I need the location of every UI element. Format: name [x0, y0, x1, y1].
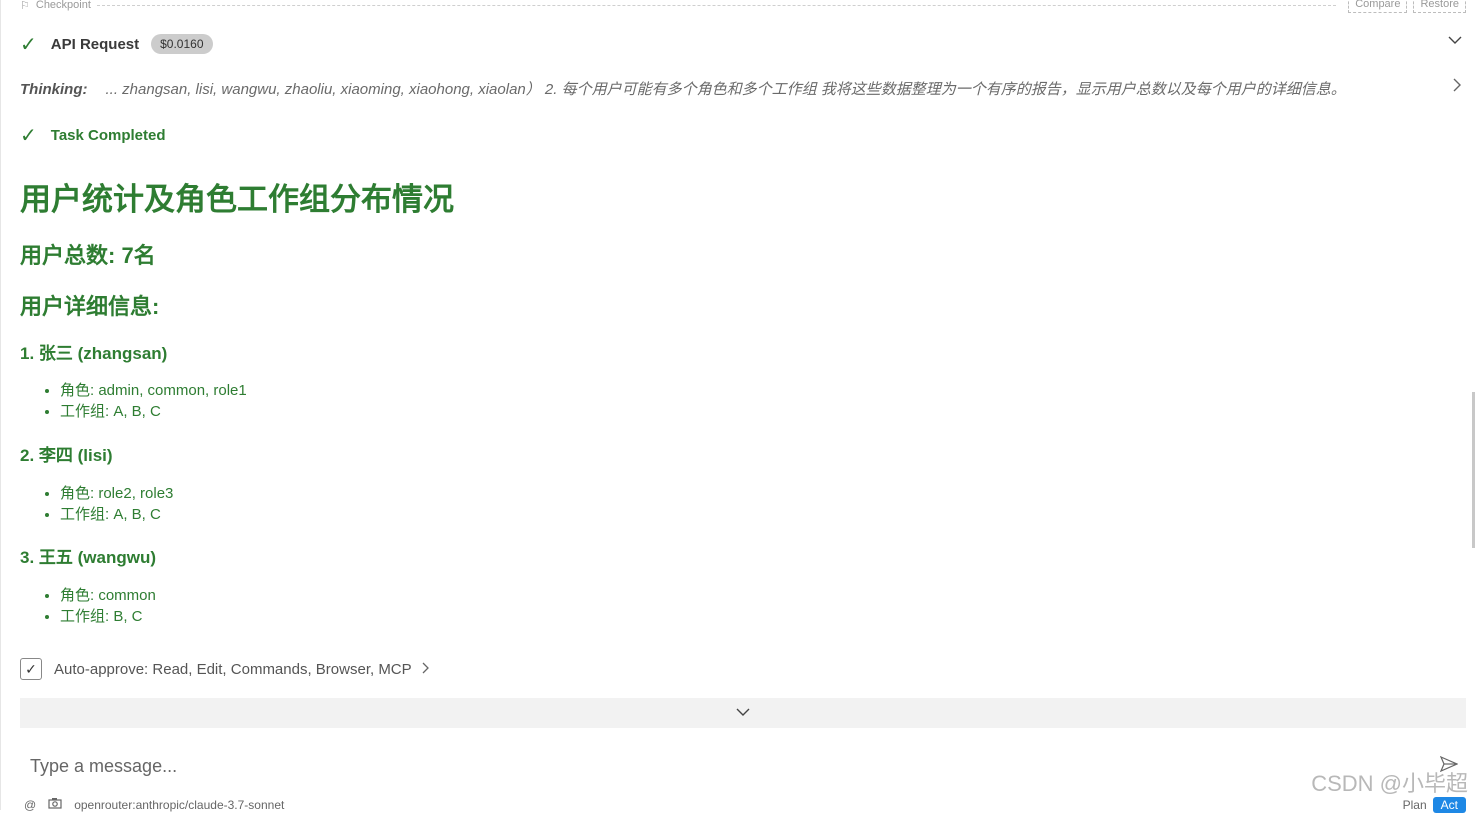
- act-toggle[interactable]: Act: [1432, 797, 1466, 813]
- message-box: [20, 746, 1466, 786]
- list-item: 角色: common: [60, 585, 156, 606]
- thinking-label: Thinking:: [20, 81, 88, 98]
- user-total: 用户总数: 7名: [20, 243, 156, 268]
- auto-approve-checkbox[interactable]: ✓: [20, 658, 42, 680]
- at-mention-icon[interactable]: @: [24, 798, 36, 812]
- chevron-down-icon[interactable]: [1448, 32, 1462, 50]
- chevron-right-icon[interactable]: [422, 661, 430, 678]
- auto-approve-label: Auto-approve: Read, Edit, Commands, Brow…: [54, 660, 412, 678]
- user-detail-list: 角色: role2, role3 工作组: A, B, C: [20, 483, 173, 525]
- user-detail-list: 角色: admin, common, role1 工作组: A, B, C: [20, 380, 247, 422]
- user-detail-list: 角色: common 工作组: B, C: [20, 585, 156, 627]
- report-title: 用户统计及角色工作组分布情况: [20, 182, 454, 217]
- list-item: 工作组: A, B, C: [60, 401, 247, 422]
- task-completed-title: Task Completed: [50, 126, 166, 144]
- message-input[interactable]: [20, 754, 1440, 778]
- auto-approve-row[interactable]: ✓ Auto-approve: Read, Edit, Commands, Br…: [20, 658, 430, 680]
- checkpoint-label: Checkpoint: [35, 0, 91, 11]
- restore-button[interactable]: Restore: [1413, 0, 1466, 13]
- user-heading: 2. 李四 (lisi): [20, 446, 113, 465]
- checkpoint-divider: [96, 4, 1337, 6]
- list-item: 角色: admin, common, role1: [60, 380, 247, 401]
- chevron-down-icon: [736, 704, 750, 722]
- watermark: CSDN @小毕超: [1311, 771, 1468, 796]
- check-icon: ✓: [20, 123, 37, 147]
- scrollbar[interactable]: [1472, 392, 1475, 548]
- checkpoint-bar: ⚐ Checkpoint Compare Restore: [20, 0, 1466, 13]
- thinking-text: ... zhangsan, lisi, wangwu, zhaoliu, xia…: [105, 81, 1346, 98]
- user-heading: 3. 王五 (wangwu): [20, 548, 156, 567]
- expand-toggle-bar[interactable]: [20, 698, 1466, 728]
- plan-act-toggle[interactable]: Plan Act: [1403, 797, 1466, 813]
- api-request-row[interactable]: ✓ API Request $0.0160: [20, 30, 213, 58]
- bookmark-icon: ⚐: [20, 0, 30, 12]
- user-heading: 1. 张三 (zhangsan): [20, 344, 168, 363]
- model-selector[interactable]: openrouter:anthropic/claude-3.7-sonnet: [74, 798, 284, 812]
- cost-badge: $0.0160: [151, 34, 213, 54]
- left-border: [0, 0, 1, 810]
- chevron-right-icon[interactable]: [1452, 78, 1462, 97]
- compare-button[interactable]: Compare: [1348, 0, 1408, 13]
- task-completed-row: ✓ Task Completed: [20, 123, 166, 147]
- list-item: 角色: role2, role3: [60, 483, 173, 504]
- api-request-title: API Request: [50, 35, 140, 53]
- list-item: 工作组: B, C: [60, 606, 156, 627]
- thinking-row[interactable]: Thinking: ... zhangsan, lisi, wangwu, zha…: [20, 78, 1440, 99]
- list-item: 工作组: A, B, C: [60, 504, 173, 525]
- details-heading: 用户详细信息:: [20, 294, 160, 319]
- check-icon: ✓: [20, 32, 37, 56]
